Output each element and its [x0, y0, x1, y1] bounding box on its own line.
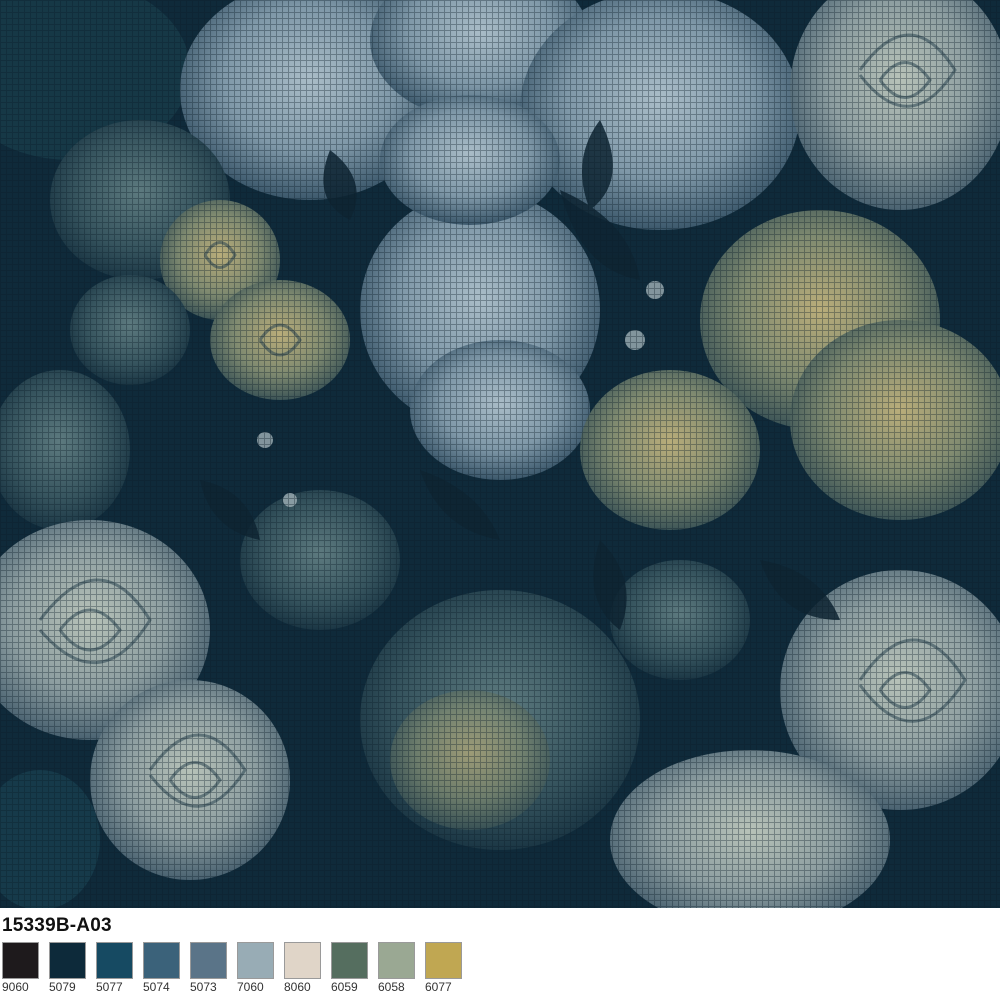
- swatch-number: 7060: [237, 980, 264, 994]
- swatch-chip: [143, 942, 180, 979]
- swatch-number: 5079: [49, 980, 76, 994]
- swatch-number: 5074: [143, 980, 170, 994]
- swatch-chip: [96, 942, 133, 979]
- swatch-number: 6077: [425, 980, 452, 994]
- color-swatch: 7060: [237, 942, 274, 994]
- swatch-chip: [378, 942, 415, 979]
- swatch-number: 6058: [378, 980, 405, 994]
- color-swatch: 5077: [96, 942, 133, 994]
- color-swatch: 9060: [2, 942, 39, 994]
- swatch-chip: [190, 942, 227, 979]
- swatch-number: 5073: [190, 980, 217, 994]
- color-swatch: 5079: [49, 942, 86, 994]
- swatch-chip: [425, 942, 462, 979]
- pattern-code: 15339B-A03: [2, 915, 112, 936]
- swatch-chip: [284, 942, 321, 979]
- color-palette: 9060 5079 5077 5074 5073 7060 8060 6059 …: [2, 942, 462, 994]
- swatch-number: 8060: [284, 980, 311, 994]
- swatch-number: 5077: [96, 980, 123, 994]
- swatch-chip: [2, 942, 39, 979]
- color-swatch: 8060: [284, 942, 321, 994]
- color-swatch: 5073: [190, 942, 227, 994]
- swatch-number: 9060: [2, 980, 29, 994]
- swatch-chip: [331, 942, 368, 979]
- swatch-chip: [49, 942, 86, 979]
- swatch-number: 6059: [331, 980, 358, 994]
- color-swatch: 5074: [143, 942, 180, 994]
- swatch-chip: [237, 942, 274, 979]
- color-swatch: 6058: [378, 942, 415, 994]
- color-swatch: 6059: [331, 942, 368, 994]
- color-swatch: 6077: [425, 942, 462, 994]
- floral-rose-pattern-icon: [0, 0, 1000, 908]
- pattern-artwork: [0, 0, 1000, 908]
